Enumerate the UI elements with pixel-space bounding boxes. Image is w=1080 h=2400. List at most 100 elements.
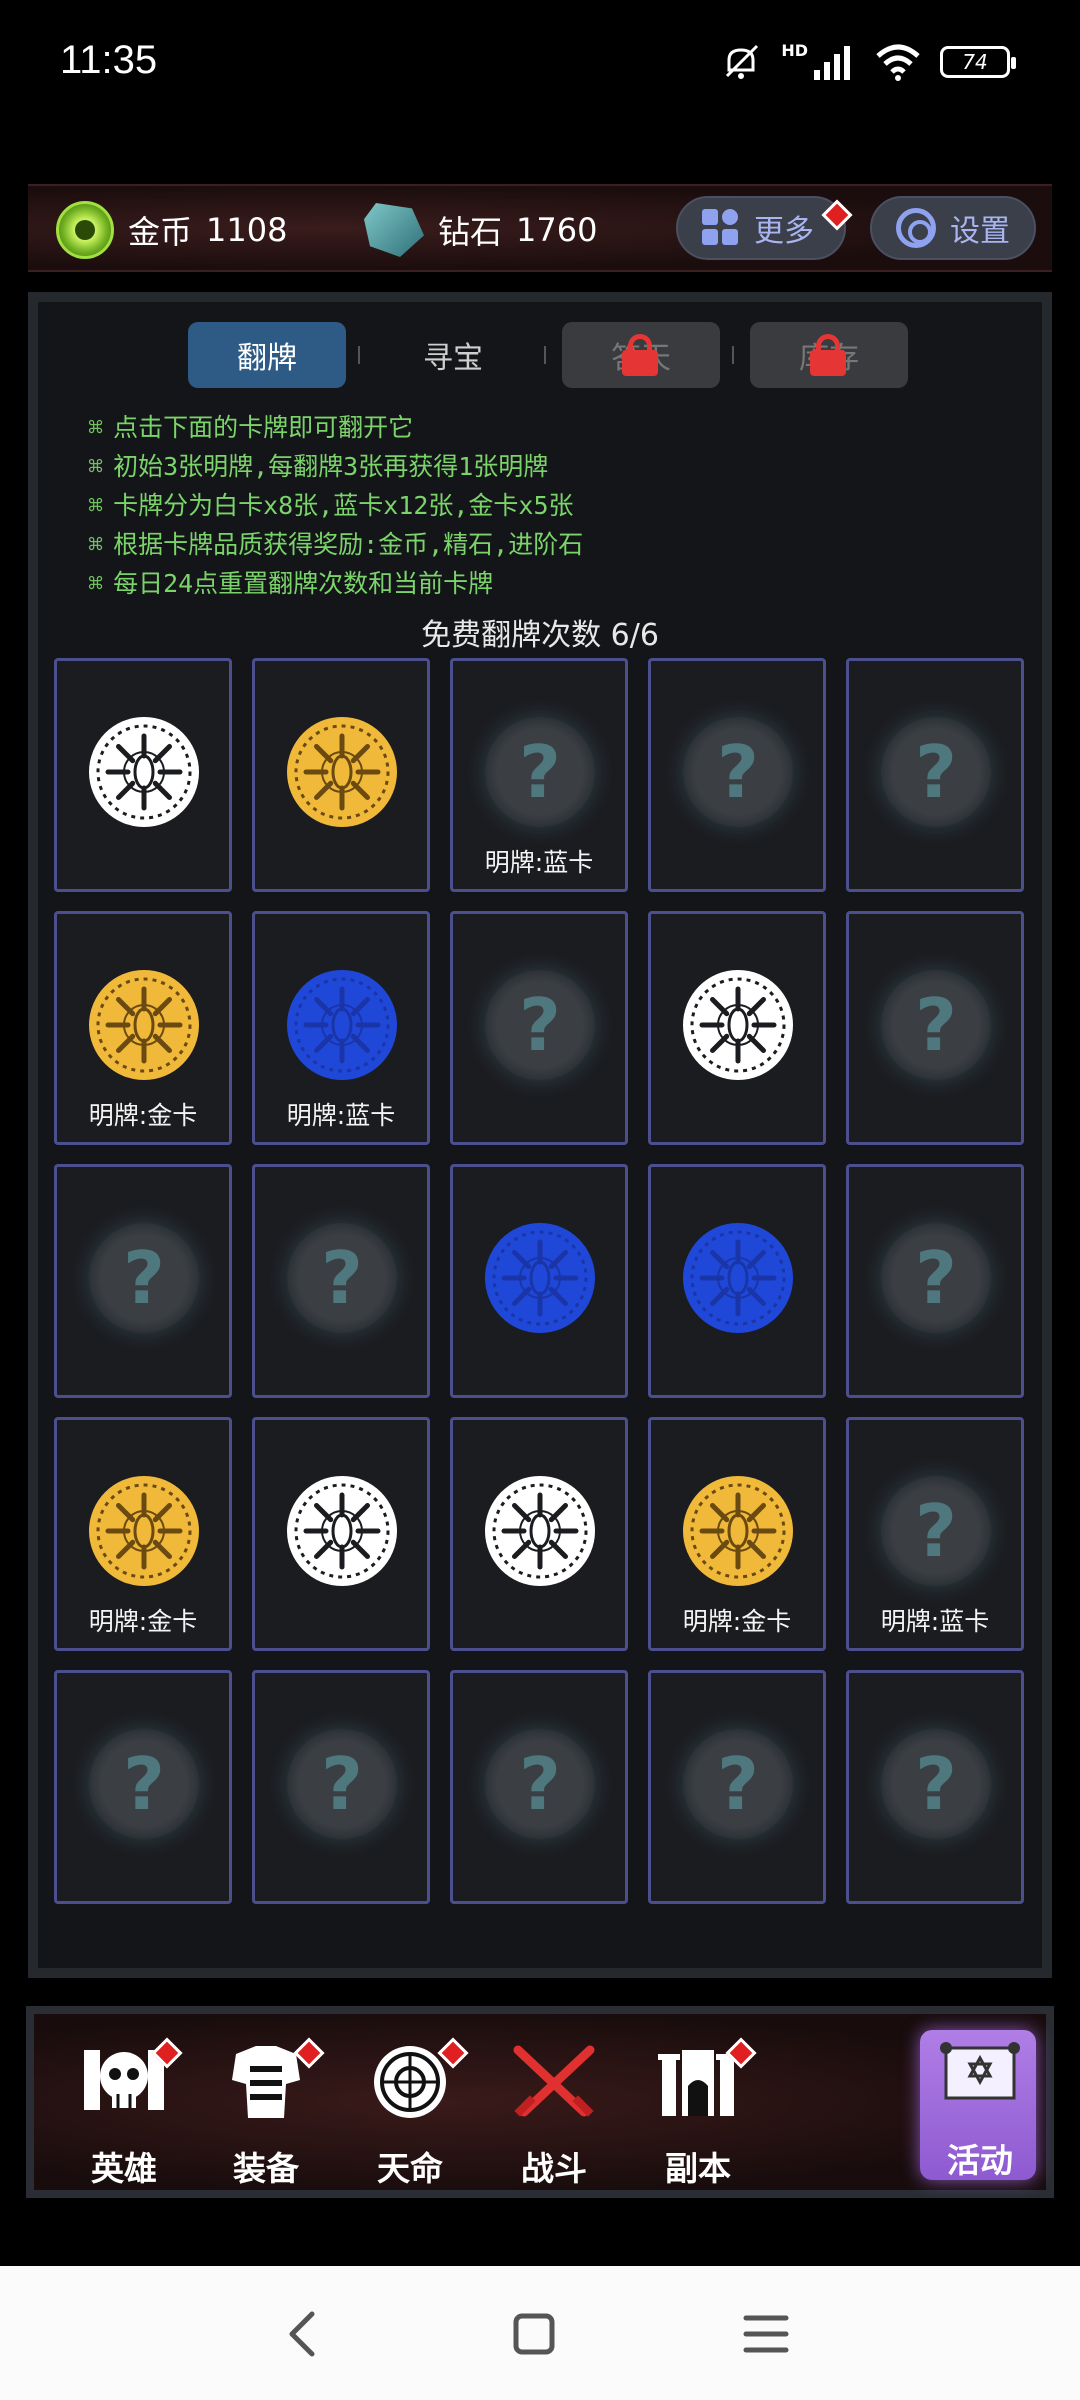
- flip-card[interactable]: ?: [846, 911, 1024, 1145]
- flip-card[interactable]: ?: [648, 658, 826, 892]
- tab-locked-3[interactable]: 答天: [562, 322, 720, 388]
- gold-label: 金币: [128, 213, 193, 251]
- question-mark-icon: ?: [287, 1729, 397, 1839]
- tab-divider: [732, 346, 734, 364]
- rule-item: ⌘ 卡牌分为白卡x8张,蓝卡x12张,金卡x5张: [88, 491, 574, 520]
- back-icon[interactable]: [274, 2304, 334, 2364]
- tab-bar: 翻牌 寻宝 答天 库存: [188, 322, 908, 388]
- free-flip-value: 6/6: [610, 618, 659, 653]
- blue-card-emblem-icon: [683, 1223, 793, 1333]
- rule-item: ⌘ 每日24点重置翻牌次数和当前卡牌: [88, 569, 494, 598]
- gold-value: 1108: [206, 211, 288, 249]
- tab-flip[interactable]: 翻牌: [188, 322, 346, 388]
- flip-card[interactable]: 明牌:蓝卡: [252, 911, 430, 1145]
- flip-card[interactable]: ?: [846, 1164, 1024, 1398]
- settings-button[interactable]: 设置: [870, 196, 1036, 260]
- gold-card-emblem-icon: [89, 970, 199, 1080]
- more-button[interactable]: 更多: [676, 196, 853, 260]
- grid-icon: [702, 209, 740, 247]
- gold-coin-icon: [56, 201, 114, 259]
- event-scroll-icon: [940, 2042, 1020, 2100]
- flip-card[interactable]: ?: [450, 911, 628, 1145]
- flip-card[interactable]: ?: [54, 1164, 232, 1398]
- diamond-counter: 钻石 1760: [364, 200, 597, 260]
- wifi-icon: [876, 44, 920, 81]
- nav-label: 战斗: [521, 2149, 587, 2188]
- nav-fate[interactable]: 天命: [350, 2037, 470, 2188]
- tab-divider: [358, 346, 360, 364]
- question-mark-icon: ?: [287, 1223, 397, 1333]
- white-card-emblem-icon: [89, 717, 199, 827]
- flip-card[interactable]: ?: [252, 1670, 430, 1904]
- flip-card[interactable]: ?: [252, 1164, 430, 1398]
- blue-card-emblem-icon: [287, 970, 397, 1080]
- question-mark-icon: ?: [881, 1223, 991, 1333]
- flip-card[interactable]: 明牌:金卡: [54, 1417, 232, 1651]
- nav-label: 副本: [665, 2149, 731, 2188]
- card-reveal-label: 明牌:蓝卡: [286, 1101, 396, 1130]
- white-card-emblem-icon: [683, 970, 793, 1080]
- flip-card[interactable]: ?: [450, 1670, 628, 1904]
- nav-dungeon[interactable]: 副本: [638, 2037, 758, 2188]
- gold-card-emblem-icon: [89, 1476, 199, 1586]
- tab-treasure-label: 寻宝: [423, 341, 483, 376]
- card-reveal-label: 明牌:金卡: [682, 1607, 792, 1636]
- flip-card[interactable]: [648, 1164, 826, 1398]
- flip-card[interactable]: [252, 658, 430, 892]
- flip-card[interactable]: ?: [54, 1670, 232, 1904]
- nav-event-scroll[interactable]: 活动: [920, 2030, 1036, 2180]
- flip-card[interactable]: [450, 1417, 628, 1651]
- free-flip-label: 免费翻牌次数: [421, 618, 602, 653]
- signal-icon: [814, 46, 850, 80]
- flip-card[interactable]: ?: [648, 1670, 826, 1904]
- flip-card[interactable]: [648, 911, 826, 1145]
- menu-icon[interactable]: [736, 2304, 796, 2364]
- battery-icon: 74: [940, 46, 1016, 78]
- question-mark-icon: ?: [485, 717, 595, 827]
- nav-label: 装备: [233, 2149, 299, 2188]
- question-mark-icon: ?: [683, 717, 793, 827]
- question-mark-icon: ?: [881, 970, 991, 1080]
- crossed-swords-icon: [513, 2045, 595, 2117]
- nav-skull[interactable]: 英雄: [64, 2037, 184, 2188]
- white-card-emblem-icon: [485, 1476, 595, 1586]
- status-bar: 11:35 HD 74: [0, 0, 1080, 130]
- flip-card[interactable]: ?: [846, 658, 1024, 892]
- flip-card[interactable]: [252, 1417, 430, 1651]
- nav-label: 英雄: [91, 2149, 157, 2188]
- network-type-label: HD: [781, 40, 808, 60]
- rules-list: ⌘ 点击下面的卡牌即可翻开它 ⌘ 初始3张明牌,每翻牌3张再获得1张明牌 ⌘ 卡牌分为…: [88, 408, 988, 603]
- more-label: 更多: [754, 214, 814, 249]
- nav-armor[interactable]: 装备: [206, 2037, 326, 2188]
- flip-card[interactable]: 明牌:金卡: [648, 1417, 826, 1651]
- rule-item: ⌘ 初始3张明牌,每翻牌3张再获得1张明牌: [88, 452, 549, 481]
- nav-crossed-swords[interactable]: 战斗: [494, 2038, 614, 2188]
- status-icons: HD 74: [719, 40, 1016, 84]
- question-mark-icon: ?: [683, 1729, 793, 1839]
- card-reveal-label: 明牌:金卡: [88, 1607, 198, 1636]
- question-mark-icon: ?: [89, 1729, 199, 1839]
- gear-icon: [896, 208, 936, 248]
- question-mark-icon: ?: [89, 1223, 199, 1333]
- flip-card[interactable]: ? 明牌:蓝卡: [450, 658, 628, 892]
- flip-card[interactable]: [54, 658, 232, 892]
- diamond-label: 钻石: [438, 213, 503, 251]
- flip-card[interactable]: 明牌:金卡: [54, 911, 232, 1145]
- question-mark-icon: ?: [881, 717, 991, 827]
- question-mark-icon: ?: [485, 970, 595, 1080]
- gold-card-emblem-icon: [683, 1476, 793, 1586]
- home-icon[interactable]: [504, 2304, 564, 2364]
- tab-locked-4[interactable]: 库存: [750, 322, 908, 388]
- card-reveal-label: 明牌:蓝卡: [880, 1607, 990, 1636]
- tab-divider: [544, 346, 546, 364]
- card-reveal-label: 明牌:金卡: [88, 1101, 198, 1130]
- flip-card[interactable]: [450, 1164, 628, 1398]
- lock-icon: [808, 334, 848, 376]
- lock-icon: [620, 334, 660, 376]
- tab-treasure[interactable]: 寻宝: [374, 322, 532, 388]
- nav-label: 天命: [377, 2149, 443, 2188]
- gold-card-emblem-icon: [287, 717, 397, 827]
- flip-card[interactable]: ? 明牌:蓝卡: [846, 1417, 1024, 1651]
- tab-flip-label: 翻牌: [237, 341, 297, 376]
- flip-card[interactable]: ?: [846, 1670, 1024, 1904]
